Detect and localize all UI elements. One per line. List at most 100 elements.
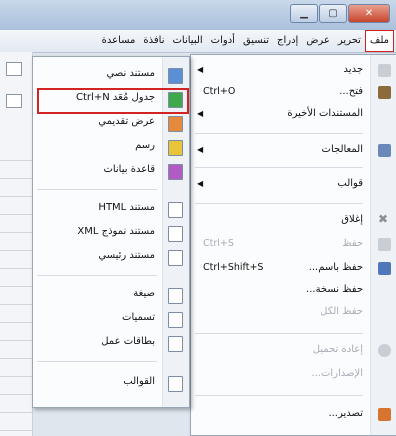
submenu-item-label: عرض تقديمي bbox=[98, 116, 155, 127]
menu-item-close[interactable]: ✖ إغلاق bbox=[191, 211, 396, 231]
menu-item-label: المعالجات bbox=[321, 144, 363, 155]
export-icon bbox=[378, 408, 391, 421]
spreadsheet-icon bbox=[168, 92, 183, 108]
folder-open-icon bbox=[378, 86, 391, 99]
menu-item-shortcut: Ctrl+Shift+S bbox=[203, 262, 264, 273]
toolbar-icon bbox=[6, 62, 22, 76]
submenu-item-label: مستند نموذج XML bbox=[77, 226, 155, 237]
menu-item-label: حفظ باسم... bbox=[308, 262, 363, 273]
menu-item-open[interactable]: فتح... Ctrl+O bbox=[191, 83, 396, 103]
menu-item-save-copy[interactable]: حفظ نسخة... bbox=[191, 281, 396, 301]
submenu-arrow-icon: ◀ bbox=[197, 109, 204, 118]
submenu-item-text-document[interactable]: مستند نصي bbox=[33, 65, 189, 85]
minimize-button[interactable]: ▁ bbox=[290, 4, 318, 23]
menu-separator bbox=[195, 333, 363, 334]
menu-view[interactable]: عرض bbox=[302, 31, 334, 51]
menu-item-label: إعادة تحميل bbox=[312, 344, 363, 355]
close-x-icon: ✖ bbox=[378, 212, 389, 226]
menu-separator bbox=[37, 275, 157, 276]
submenu-arrow-icon: ◀ bbox=[197, 65, 204, 74]
menu-bar: ملف تحرير عرض إدراج تنسيق أدوات البيانات… bbox=[0, 30, 396, 53]
menu-item-label: قوالب bbox=[337, 178, 363, 189]
wizard-icon bbox=[378, 144, 391, 157]
submenu-item-label: قاعدة بيانات bbox=[103, 164, 155, 175]
window-controls: ▁ ▢ ✕ bbox=[289, 4, 390, 23]
maximize-icon: ▢ bbox=[328, 8, 338, 19]
html-document-icon bbox=[168, 202, 183, 218]
title-bar: ▁ ▢ ✕ bbox=[0, 0, 396, 30]
submenu-item-label: جدول مُعَد Ctrl+N bbox=[76, 92, 155, 103]
submenu-arrow-icon: ◀ bbox=[197, 179, 204, 188]
menu-item-label: المستندات الأخيرة bbox=[287, 108, 363, 119]
menu-item-wizards[interactable]: المعالجات ◀ bbox=[191, 141, 396, 161]
presentation-icon bbox=[168, 116, 183, 132]
submenu-item-formula[interactable]: صيغة bbox=[33, 285, 189, 305]
submenu-item-label: بطاقات عمل bbox=[101, 336, 155, 347]
menu-help[interactable]: مساعدة bbox=[98, 31, 140, 51]
toolbar-icon bbox=[6, 94, 22, 108]
menu-item-label: تصدير... bbox=[328, 408, 363, 419]
master-document-icon bbox=[168, 250, 183, 266]
submenu-item-html-document[interactable]: مستند HTML bbox=[33, 199, 189, 219]
submenu-arrow-icon: ◀ bbox=[197, 145, 204, 154]
templates-icon bbox=[168, 376, 183, 392]
submenu-item-label: القوالب bbox=[123, 376, 155, 387]
submenu-item-label: مستند نصي bbox=[106, 68, 155, 79]
menu-separator bbox=[195, 203, 363, 204]
menu-item-recent-documents[interactable]: المستندات الأخيرة ◀ bbox=[191, 105, 396, 125]
minimize-icon: ▁ bbox=[300, 8, 308, 19]
menu-insert[interactable]: إدراج bbox=[273, 31, 302, 51]
new-doc-icon bbox=[378, 64, 391, 77]
menu-item-label: حفظ نسخة... bbox=[306, 284, 363, 295]
submenu-item-master-document[interactable]: مستند رئيسي bbox=[33, 247, 189, 267]
menu-item-new[interactable]: جديد ◀ bbox=[191, 61, 396, 81]
labels-icon bbox=[168, 312, 183, 328]
menu-format[interactable]: تنسيق bbox=[239, 31, 273, 51]
submenu-item-templates[interactable]: القوالب bbox=[33, 373, 189, 393]
spreadsheet-grid bbox=[0, 160, 32, 436]
menu-item-save[interactable]: حفظ Ctrl+S bbox=[191, 235, 396, 255]
submenu-item-business-cards[interactable]: بطاقات عمل bbox=[33, 333, 189, 353]
close-button[interactable]: ✕ bbox=[348, 4, 390, 23]
menu-item-label: حفظ الكل bbox=[320, 306, 363, 317]
menu-data[interactable]: البيانات bbox=[169, 31, 207, 51]
menu-item-versions[interactable]: الإصدارات... bbox=[191, 365, 396, 385]
menu-item-export[interactable]: تصدير... bbox=[191, 405, 396, 425]
menu-separator bbox=[195, 167, 363, 168]
submenu-item-label: مستند رئيسي bbox=[98, 250, 155, 261]
submenu-item-database[interactable]: قاعدة بيانات bbox=[33, 161, 189, 181]
menu-item-shortcut: Ctrl+O bbox=[203, 86, 236, 97]
menu-item-templates[interactable]: قوالب ◀ bbox=[191, 175, 396, 195]
drawing-icon bbox=[168, 140, 183, 156]
menu-item-label: الإصدارات... bbox=[311, 368, 363, 379]
file-menu-dropdown: جديد ◀ فتح... Ctrl+O المستندات الأخيرة ◀… bbox=[190, 54, 396, 436]
submenu-item-label: صيغة bbox=[133, 288, 155, 299]
menu-window[interactable]: نافذة bbox=[139, 31, 168, 51]
formula-icon bbox=[168, 288, 183, 304]
submenu-item-labels[interactable]: تسميات bbox=[33, 309, 189, 329]
menu-item-save-all[interactable]: حفظ الكل bbox=[191, 303, 396, 323]
menu-item-save-as[interactable]: حفظ باسم... Ctrl+Shift+S bbox=[191, 259, 396, 279]
submenu-item-presentation[interactable]: عرض تقديمي bbox=[33, 113, 189, 133]
menu-item-label: فتح... bbox=[339, 86, 363, 97]
close-icon: ✕ bbox=[364, 8, 374, 19]
menu-item-label: جديد bbox=[343, 64, 363, 75]
menu-file[interactable]: ملف bbox=[364, 30, 394, 52]
menu-edit[interactable]: تحرير bbox=[334, 31, 365, 51]
submenu-item-label: مستند HTML bbox=[98, 202, 155, 213]
menu-item-shortcut: Ctrl+S bbox=[203, 238, 234, 249]
new-submenu: مستند نصي جدول مُعَد Ctrl+N عرض تقديمي ر… bbox=[32, 56, 190, 408]
xml-form-icon bbox=[168, 226, 183, 242]
menu-separator bbox=[37, 189, 157, 190]
menu-separator bbox=[195, 395, 363, 396]
submenu-item-drawing[interactable]: رسم bbox=[33, 137, 189, 157]
menu-tools[interactable]: أدوات bbox=[207, 31, 239, 51]
submenu-item-xml-form[interactable]: مستند نموذج XML bbox=[33, 223, 189, 243]
submenu-item-spreadsheet[interactable]: جدول مُعَد Ctrl+N bbox=[33, 89, 189, 109]
business-cards-icon bbox=[168, 336, 183, 352]
menu-item-label: إغلاق bbox=[341, 214, 363, 225]
menu-item-label: حفظ bbox=[342, 238, 363, 249]
menu-item-reload[interactable]: إعادة تحميل bbox=[191, 341, 396, 361]
maximize-button[interactable]: ▢ bbox=[319, 4, 347, 23]
reload-icon bbox=[378, 344, 391, 357]
